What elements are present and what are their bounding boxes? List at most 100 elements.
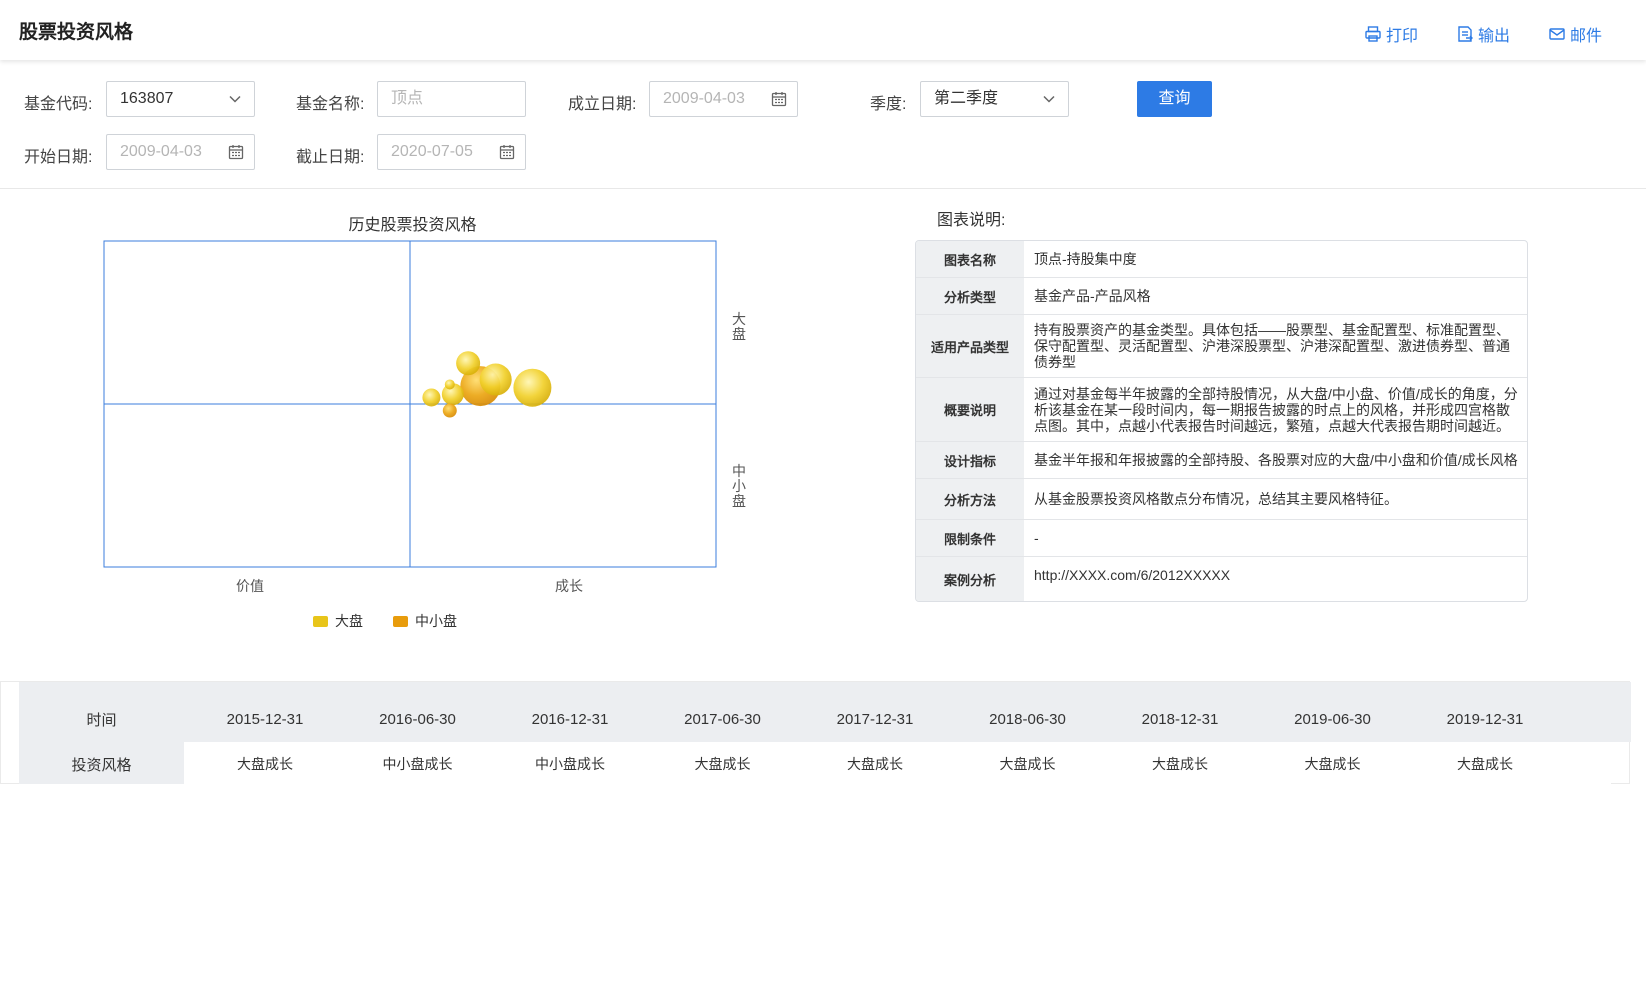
desc-row: 设计指标 基金半年报和年报披露的全部持股、各股票对应的大盘/中小盘和价值/成长风…	[916, 442, 1527, 479]
export-icon	[1458, 26, 1473, 42]
x-label-growth: 成长	[555, 578, 583, 594]
y-label-large-cap: 大盘	[732, 311, 746, 342]
desc-key: 案例分析	[916, 557, 1024, 601]
desc-key: 设计指标	[916, 442, 1024, 478]
end-date-placeholder: 2020-07-05	[391, 143, 473, 160]
quarter-label: 季度:	[870, 96, 907, 113]
desc-key: 分析类型	[916, 278, 1024, 314]
large-cap-point[interactable]	[456, 351, 481, 376]
history-date-cell: 2018-06-30	[989, 711, 1066, 728]
desc-value: 基金半年报和年报披露的全部持股、各股票对应的大盘/中小盘和价值/成长风格	[1034, 452, 1518, 468]
large-cap-point[interactable]	[444, 379, 455, 390]
style-scatter-chart: 价值 成长 大盘 中小盘	[103, 240, 746, 594]
desc-row: 分析方法 从基金股票投资风格散点分布情况，总结其主要风格特征。	[916, 479, 1527, 520]
history-style-cell: 大盘成长	[847, 756, 903, 772]
desc-key: 限制条件	[916, 520, 1024, 556]
y-label-small-mid-cap: 中小盘	[732, 463, 746, 509]
chart-legend: 大盘 中小盘	[313, 611, 457, 631]
calendar-icon	[499, 145, 515, 160]
mail-icon	[1549, 28, 1565, 40]
export-button[interactable]: 输出	[1456, 22, 1510, 46]
history-style-cell: 大盘成长	[1152, 756, 1208, 772]
fund-code-value: 163807	[120, 90, 174, 107]
mail-button[interactable]: 邮件	[1548, 22, 1602, 46]
query-button[interactable]: 查询	[1137, 81, 1212, 117]
desc-value: 通过对基金每半年披露的全部持股情况，从大盘/中小盘、价值/成长的角度，分析该基金…	[1034, 385, 1518, 434]
print-label: 打印	[1385, 28, 1418, 45]
history-style-cell: 中小盘成长	[535, 756, 605, 772]
print-button[interactable]: 打印	[1364, 22, 1418, 46]
legend-swatch	[393, 615, 408, 627]
desc-key: 概要说明	[916, 378, 1024, 441]
legend-label: 大盘	[335, 613, 363, 629]
history-date-cell: 2015-12-31	[226, 711, 304, 728]
calendar-icon	[771, 92, 787, 107]
history-date-cell: 2019-06-30	[1294, 711, 1371, 728]
toolbar-actions: 打印 输出 邮件	[1364, 22, 1602, 46]
description-table: 图表名称 顶点-持股集中度 分析类型 基金产品-产品风格 适用产品类型 持有股票…	[915, 240, 1528, 602]
desc-row: 图表名称 顶点-持股集中度	[916, 241, 1527, 278]
fund-name-placeholder: 顶点	[391, 90, 424, 107]
chevron-down-icon	[1043, 95, 1055, 103]
desc-row: 适用产品类型 持有股票资产的基金类型。具体包括——股票型、基金配置型、标准配置型…	[916, 315, 1527, 378]
desc-key: 适用产品类型	[916, 315, 1024, 377]
legend-item-large-cap[interactable]: 大盘	[313, 611, 363, 631]
chevron-down-icon	[229, 95, 241, 103]
large-cap-point[interactable]	[513, 368, 552, 407]
fund-name-label: 基金名称:	[296, 96, 365, 113]
desc-row: 概要说明 通过对基金每半年披露的全部持股情况，从大盘/中小盘、价值/成长的角度，…	[916, 378, 1527, 442]
end-date-input[interactable]: 2020-07-05	[377, 134, 526, 170]
found-date-placeholder: 2009-04-03	[663, 90, 745, 107]
history-date-cell: 2017-06-30	[684, 711, 761, 728]
fund-code-select[interactable]: 163807	[106, 81, 255, 117]
history-date-cell: 2019-12-31	[1446, 711, 1524, 728]
legend-item-small-mid-cap[interactable]: 中小盘	[393, 611, 457, 631]
small-mid-cap-point[interactable]	[442, 403, 457, 418]
desc-key: 分析方法	[916, 479, 1024, 519]
history-date-cell: 2016-06-30	[379, 711, 456, 728]
desc-value: 从基金股票投资风格散点分布情况，总结其主要风格特征。	[1034, 491, 1398, 507]
large-cap-point[interactable]	[422, 388, 441, 407]
found-date-label: 成立日期:	[568, 96, 637, 113]
desc-value: -	[1034, 530, 1039, 546]
top-bar: 股票投资风格 打印 输出 邮件	[0, 0, 1646, 60]
history-style-cell: 大盘成长	[694, 756, 751, 772]
mail-label: 邮件	[1569, 28, 1602, 45]
legend-label: 中小盘	[415, 613, 457, 629]
end-date-label: 截止日期:	[296, 149, 365, 166]
quarter-select[interactable]: 第二季度	[920, 81, 1069, 117]
fund-name-input[interactable]: 顶点	[377, 81, 526, 117]
history-table: 时间 投资风格 2015-12-31 大盘成长 2016-06-30 中小盘成长 201…	[0, 681, 1631, 784]
case-analysis-link[interactable]: http://XXXX.com/6/2012XXXXX	[1024, 557, 1527, 601]
desc-value: 顶点-持股集中度	[1034, 251, 1137, 267]
history-date-cell: 2016-12-31	[531, 711, 609, 728]
desc-key: 图表名称	[916, 241, 1024, 277]
history-style-cell: 大盘成长	[237, 756, 293, 772]
desc-row: 限制条件 -	[916, 520, 1527, 557]
history-style-label: 投资风格	[71, 757, 132, 774]
page-title: 股票投资风格	[19, 22, 134, 43]
history-style-cell: 大盘成长	[1457, 756, 1513, 772]
history-style-cell: 大盘成长	[999, 756, 1056, 772]
start-date-placeholder: 2009-04-03	[120, 143, 202, 160]
legend-swatch	[313, 615, 328, 627]
x-label-value: 价值	[236, 578, 264, 594]
description-title: 图表说明:	[937, 212, 1006, 229]
start-date-label: 开始日期:	[24, 149, 93, 166]
printer-icon	[1365, 26, 1381, 42]
export-label: 输出	[1477, 28, 1510, 45]
history-style-cell: 中小盘成长	[382, 756, 453, 772]
calendar-icon	[228, 145, 244, 160]
desc-row: 分析类型 基金产品-产品风格	[916, 278, 1527, 315]
history-date-cell: 2017-12-31	[836, 711, 914, 728]
history-time-label: 时间	[86, 712, 117, 729]
desc-row: 案例分析 http://XXXX.com/6/2012XXXXX	[916, 557, 1527, 601]
desc-value: 持有股票资产的基金类型。具体包括——股票型、基金配置型、标准配置型、保守配置型、…	[1034, 322, 1510, 370]
found-date-input[interactable]: 2009-04-03	[649, 81, 798, 117]
fund-code-label: 基金代码:	[24, 96, 93, 113]
filter-panel: 基金代码: 163807 基金名称: 顶点 成立日期: 2009-04-03 季…	[0, 60, 1646, 189]
desc-value: 基金产品-产品风格	[1034, 288, 1151, 304]
quarter-value: 第二季度	[934, 90, 999, 107]
start-date-input[interactable]: 2009-04-03	[106, 134, 255, 170]
large-cap-point[interactable]	[479, 363, 512, 396]
